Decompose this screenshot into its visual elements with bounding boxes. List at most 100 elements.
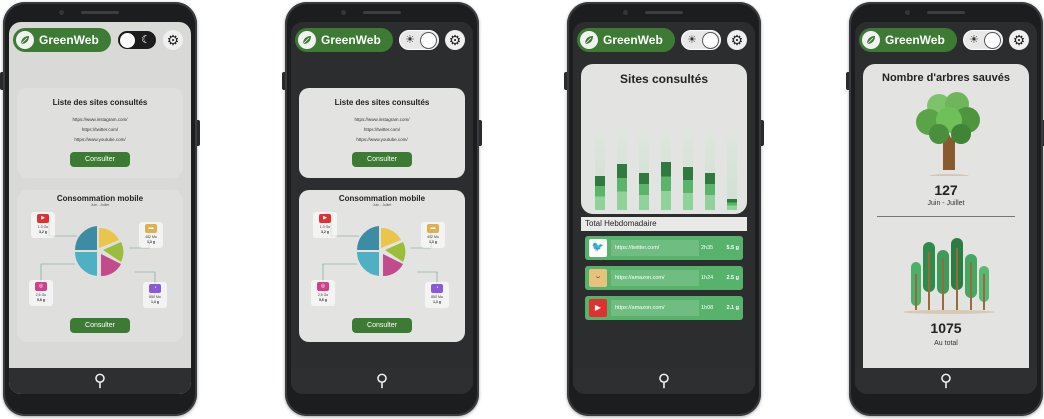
- usage-bar[interactable]: [661, 162, 671, 210]
- bar-background: [727, 130, 737, 210]
- app-icon: ◔: [149, 284, 161, 293]
- phone-camera: [623, 10, 628, 15]
- row-url[interactable]: https://amazon.com/: [615, 305, 665, 311]
- phone-speaker: [363, 11, 401, 14]
- phone-speaker: [927, 11, 965, 14]
- theme-toggle[interactable]: ☀: [399, 30, 439, 50]
- brand-logo[interactable]: GreenWeb: [295, 28, 393, 52]
- app-usage-box: ▶ 1.3 Go 3,2 g: [313, 212, 337, 238]
- row-url[interactable]: https://twitter.com/: [615, 245, 659, 251]
- site-link[interactable]: https://twitter.com/: [299, 127, 465, 132]
- twitter-icon: 🐦: [589, 239, 607, 257]
- leaf-icon: [16, 31, 34, 49]
- bottom-search-bar[interactable]: ⚲: [573, 368, 755, 394]
- leaf-icon: [580, 31, 598, 49]
- toggle-knob: [703, 33, 718, 48]
- phone-camera: [341, 10, 346, 15]
- site-usage-row[interactable]: ⌣ https://amazon.com/ 1h24 2.5 g: [585, 266, 743, 290]
- site-link[interactable]: https://www.instagram.com/: [299, 117, 465, 122]
- leaf-icon: [298, 31, 316, 49]
- row-time: 1h08: [701, 305, 714, 311]
- phone-frame-3: GreenWeb ☀ ⚙ Sites consultés DLMMJVS Tot…: [564, 2, 764, 416]
- consult-button[interactable]: Consulter: [352, 318, 412, 333]
- search-icon[interactable]: ⚲: [94, 371, 106, 390]
- theme-toggle[interactable]: ☀: [681, 30, 721, 50]
- phone-speaker: [645, 11, 683, 14]
- leaf-icon: [862, 31, 880, 49]
- consult-button[interactable]: Consulter: [352, 152, 412, 167]
- brand-logo[interactable]: GreenWeb: [577, 28, 675, 52]
- site-usage-row[interactable]: ▶ https://amazon.com/ 1h08 2.1 g: [585, 296, 743, 320]
- row-co2: 2.5 g: [726, 275, 739, 281]
- gear-icon[interactable]: ⚙: [163, 30, 183, 50]
- phone-side-button: [0, 72, 3, 90]
- usage-bar[interactable]: [595, 176, 605, 210]
- card-title: Liste des sites consultés: [334, 98, 430, 107]
- theme-toggle[interactable]: ☾: [117, 30, 157, 50]
- toggle-knob: [985, 33, 1000, 48]
- bottom-search-bar[interactable]: ⚲: [9, 368, 191, 394]
- row-time: 1h24: [701, 275, 714, 281]
- row-co2: 2.1 g: [726, 305, 739, 311]
- row-url[interactable]: https://amazon.com/: [615, 275, 665, 281]
- mobile-usage-card: Consommation mobile Juin - Juillet ▶ 1.3…: [17, 190, 183, 342]
- usage-diagram: ▶ 1.3 Go 3,2 g ▬ 402 Mo 1,3 g ◎ 2,5 Go 5…: [299, 208, 465, 308]
- usage-co2: 1,3 g: [429, 240, 437, 244]
- bottom-search-bar[interactable]: ⚲: [855, 368, 1037, 394]
- bottom-search-bar[interactable]: ⚲: [291, 368, 473, 394]
- youtube-icon: ▶: [319, 214, 331, 223]
- consult-button[interactable]: Consulter: [70, 152, 130, 167]
- amazon-icon: ▬: [427, 224, 439, 233]
- search-icon[interactable]: ⚲: [376, 371, 388, 390]
- brand-logo[interactable]: GreenWeb: [13, 28, 111, 52]
- screen-dark-home: GreenWeb ☀ ⚙ Liste des sites consultés h…: [291, 22, 473, 394]
- site-link[interactable]: https://www.youtube.com/: [299, 137, 465, 142]
- phone-side-button: [282, 72, 285, 90]
- brand-name: GreenWeb: [885, 33, 945, 47]
- usage-bar[interactable]: [705, 173, 715, 210]
- brand-logo[interactable]: GreenWeb: [859, 28, 957, 52]
- phone-frame-2: GreenWeb ☀ ⚙ Liste des sites consultés h…: [282, 2, 482, 416]
- app-usage-box: ▶ 1.3 Go 3,2 g: [31, 212, 55, 238]
- usage-bar[interactable]: [727, 199, 737, 210]
- usage-bar[interactable]: [683, 167, 693, 210]
- site-link[interactable]: https://www.youtube.com/: [17, 137, 183, 142]
- usage-bar[interactable]: [617, 164, 627, 210]
- sun-icon: ☀: [969, 34, 979, 46]
- trees-saved-card: Nombre d'arbres sauvés 127 Juin - Juille…: [863, 64, 1029, 390]
- app-usage-box: ◎ 2,5 Go 5,6 g: [311, 280, 335, 306]
- card-title: Consommation mobile: [338, 194, 426, 203]
- card-subtitle: Juin - Juillet: [90, 203, 110, 207]
- row-co2: 5.5 g: [726, 245, 739, 251]
- app-usage-box: ◔ 850 Mo 1,3 g: [425, 282, 449, 308]
- youtube-icon: ▶: [589, 299, 607, 317]
- site-link[interactable]: https://www.instagram.com/: [17, 117, 183, 122]
- card-subtitle: Juin - Juillet: [372, 203, 392, 207]
- card-title: Liste des sites consultés: [52, 98, 148, 107]
- toggle-knob: [120, 33, 135, 48]
- forest-icon: [903, 238, 995, 314]
- usage-bar[interactable]: [639, 173, 649, 210]
- sites-stats-card: Sites consultés DLMMJVS: [581, 64, 747, 214]
- top-bar: GreenWeb ☀ ⚙: [859, 28, 1033, 54]
- gear-icon[interactable]: ⚙: [727, 30, 747, 50]
- app-usage-box: ◎ 2,5 Go 5,6 g: [29, 280, 53, 306]
- consult-button[interactable]: Consulter: [70, 318, 130, 333]
- usage-co2: 1,3 g: [433, 300, 441, 304]
- usage-diagram: ▶ 1.3 Go 3,2 g ▬ 402 Mo 1,3 g ◎ 2,5 Go 5…: [17, 208, 183, 308]
- row-time: 2h35: [701, 245, 714, 251]
- card-title: Consommation mobile: [56, 194, 144, 203]
- instagram-icon: ◎: [35, 282, 47, 291]
- usage-co2: 5,6 g: [37, 298, 45, 302]
- site-usage-row[interactable]: 🐦 https://twitter.com/ 2h35 5.5 g: [585, 236, 743, 260]
- gear-icon[interactable]: ⚙: [445, 30, 465, 50]
- search-icon[interactable]: ⚲: [940, 371, 952, 390]
- theme-toggle[interactable]: ☀: [963, 30, 1003, 50]
- site-link[interactable]: https://twitter.com/: [17, 127, 183, 132]
- phone-side-button: [479, 120, 482, 146]
- divider: [877, 216, 1015, 217]
- phone-side-button: [846, 72, 849, 90]
- gear-icon[interactable]: ⚙: [1009, 30, 1029, 50]
- search-icon[interactable]: ⚲: [658, 371, 670, 390]
- phone-camera: [905, 10, 910, 15]
